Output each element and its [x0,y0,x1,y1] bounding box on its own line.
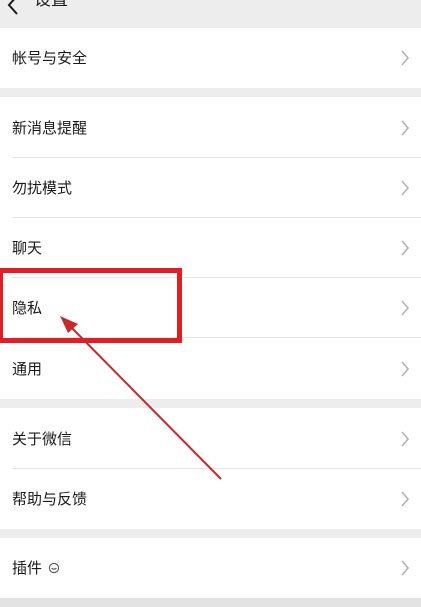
annotation-arrow [60,316,222,480]
